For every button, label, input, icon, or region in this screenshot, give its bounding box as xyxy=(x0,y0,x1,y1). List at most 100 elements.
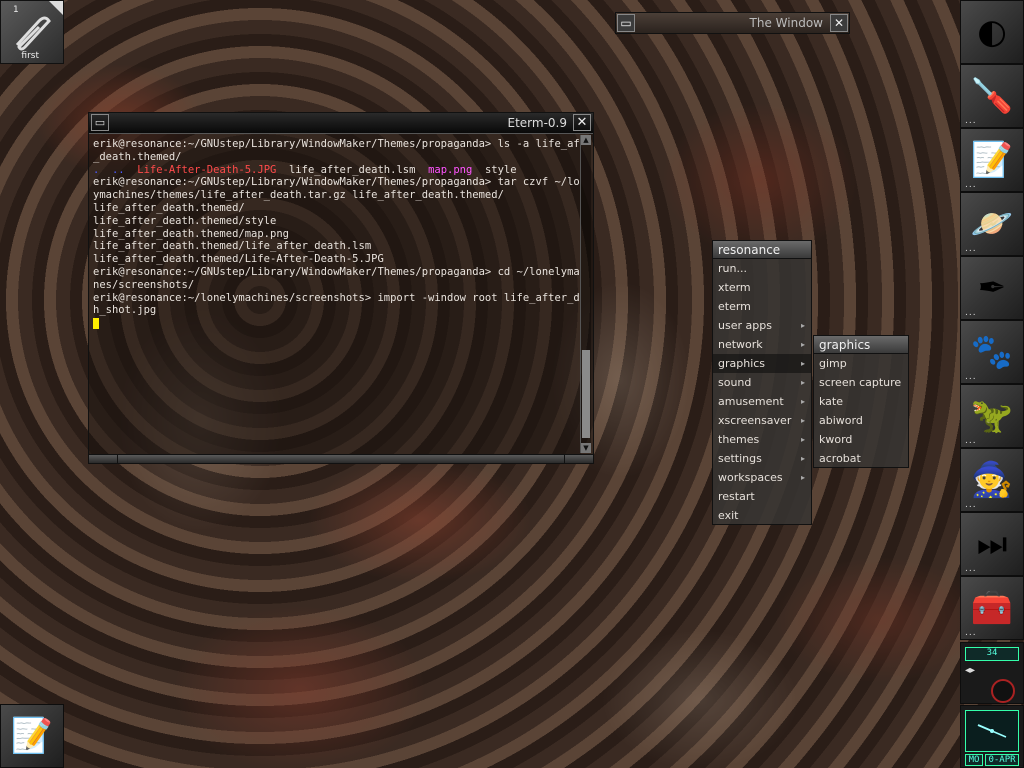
submenu-arrow-icon: ▸ xyxy=(800,435,805,444)
graphics-item-kate[interactable]: kate xyxy=(813,392,909,411)
menu-item-xterm[interactable]: xterm xyxy=(712,278,812,297)
terminal-text: _death.themed/ xyxy=(93,150,182,163)
dock-tile-dots: ... xyxy=(965,308,977,318)
eterm-scrollbar[interactable]: ▲ ▼ xyxy=(580,135,591,453)
eterm-miniaturize-button[interactable]: ▭ xyxy=(91,114,109,131)
graphics-item-abiword[interactable]: abiword xyxy=(813,411,909,430)
arrows-icon[interactable]: ◂▸ xyxy=(965,665,975,676)
terminal-line: nes/screenshots/ xyxy=(93,279,579,292)
submenu-arrow-icon: ▸ xyxy=(800,416,805,425)
dock-tile-dots: ... xyxy=(965,180,977,190)
terminal-text: life_after_death.lsm xyxy=(276,163,429,176)
terminal-line: life_after_death.themed/Life-After-Death… xyxy=(93,253,579,266)
menu-item-network[interactable]: network ▸ xyxy=(712,335,812,354)
clip-corner-arrow[interactable] xyxy=(49,1,63,15)
graphics-submenu[interactable]: graphics gimp screen capture kate abiword kw… xyxy=(813,335,909,468)
menu-item-run[interactable]: run... xyxy=(712,259,812,278)
terminal-line: ymachines/themes/life_after_death.tar.gz… xyxy=(93,189,579,202)
graphics-item-kword[interactable]: kword xyxy=(813,430,909,449)
dock-tile-gnustep-logo[interactable]: ◐ xyxy=(960,0,1024,64)
terminal-text: life_after_death.themed/Life-After-Death… xyxy=(93,253,384,266)
scrollbar-thumb[interactable] xyxy=(582,350,590,438)
dock-tile-media-skip[interactable]: ⏭... xyxy=(960,512,1024,576)
miniwindow-the-window[interactable]: ▭ The Window ✕ xyxy=(615,12,850,34)
menu-item-themes[interactable]: themes ▸ xyxy=(712,430,812,449)
terminal-text: erik@resonance:~/GNUstep/Library/WindowM… xyxy=(93,138,579,150)
window-resize-bar[interactable] xyxy=(89,454,593,463)
terminal-text: map.png xyxy=(428,163,473,176)
editor-tools-icon: 📝 xyxy=(10,716,54,756)
menu-item-label: run... xyxy=(718,262,747,275)
eterm-close-button[interactable]: ✕ xyxy=(573,114,591,131)
scroll-down-arrow[interactable]: ▼ xyxy=(581,443,591,453)
dock-tile-editor-tools[interactable]: 📝... xyxy=(960,128,1024,192)
dock-tile-gimp[interactable]: 🐾... xyxy=(960,320,1024,384)
clock-date: 0-APR xyxy=(985,754,1019,766)
terminal-line: life_after_death.themed/ xyxy=(93,202,579,215)
dock-tile-wizard-hat[interactable]: 🧙... xyxy=(960,448,1024,512)
gimp-icon: 🐾 xyxy=(970,332,1014,372)
dock-tile-drawing-pen[interactable]: ✒... xyxy=(960,256,1024,320)
graphics-item-gimp[interactable]: gimp xyxy=(813,354,909,373)
dock-tile-dots: ... xyxy=(965,500,977,510)
miniwindow-title[interactable]: The Window xyxy=(638,13,827,33)
terminal-text: erik@resonance:~/lonelymachines/screensh… xyxy=(93,291,579,304)
menu-item-xscreensaver[interactable]: xscreensaver ▸ xyxy=(712,411,812,430)
menu-item-label: themes xyxy=(718,433,760,446)
terminal-text: life_after_death.themed/map.png xyxy=(93,227,289,240)
dock-tile-dots: ... xyxy=(965,628,977,638)
menu-item-settings[interactable]: settings ▸ xyxy=(712,449,812,468)
clock-day-text: MO xyxy=(968,755,980,765)
root-menu[interactable]: resonance run... xterm eterm user apps ▸ netw… xyxy=(712,240,812,525)
menu-item-label: workspaces xyxy=(718,471,783,484)
dock-tile-planets[interactable]: 🪐... xyxy=(960,192,1024,256)
menu-item-amusement[interactable]: amusement ▸ xyxy=(712,392,812,411)
dock-tile-screwdriver-preferences[interactable]: 🪛... xyxy=(960,64,1024,128)
menu-item-graphics[interactable]: graphics ▸ xyxy=(712,354,812,373)
menu-item-sound[interactable]: sound ▸ xyxy=(712,373,812,392)
graphics-item-screen-capture[interactable]: screen capture xyxy=(813,373,909,392)
scroll-up-arrow[interactable]: ▲ xyxy=(581,135,591,145)
eterm-titlebar[interactable]: ▭ Eterm-0.9 ✕ xyxy=(89,113,593,134)
knob-icon[interactable] xyxy=(991,679,1015,703)
screwdriver-preferences-icon: 🪛 xyxy=(970,76,1014,116)
terminal-text: erik@resonance:~/GNUstep/Library/WindowM… xyxy=(93,265,579,278)
dock-tile-toolbox[interactable]: 🧰... xyxy=(960,576,1024,640)
miniwindow-close-button[interactable]: ✕ xyxy=(830,14,848,32)
system-monitor-dockapp[interactable]: 34 ◂▸ xyxy=(960,642,1024,704)
menu-item-restart[interactable]: restart xyxy=(712,487,812,506)
dock-tile-dots: ... xyxy=(965,372,977,382)
menu-item-eterm[interactable]: eterm xyxy=(712,297,812,316)
wizard-hat-icon: 🧙 xyxy=(970,460,1014,500)
clock-day: MO xyxy=(965,754,983,766)
terminal-text: . .. xyxy=(93,163,138,176)
miniwindow-menu-button[interactable]: ▭ xyxy=(617,14,635,32)
drawing-pen-icon: ✒ xyxy=(977,268,1007,308)
workspace-clip[interactable]: 1 first xyxy=(0,0,64,64)
terminal-cursor xyxy=(93,317,99,329)
clock-face-icon xyxy=(977,724,1007,738)
menu-item-label: eterm xyxy=(718,300,751,313)
editor-appicon[interactable]: 📝 xyxy=(0,704,64,768)
submenu-arrow-icon: ▸ xyxy=(800,378,805,387)
media-skip-icon: ⏭ xyxy=(976,524,1008,564)
dock-tile-dots: ... xyxy=(965,244,977,254)
dock-tile-dots: ... xyxy=(965,436,977,446)
menu-item-workspaces[interactable]: workspaces ▸ xyxy=(712,468,812,487)
eterm-window[interactable]: ▭ Eterm-0.9 ✕ erik@resonance:~/GNUstep/L… xyxy=(88,112,594,464)
terminal-line: h_shot.jpg xyxy=(93,304,579,317)
terminal-output[interactable]: erik@resonance:~/GNUstep/Library/WindowM… xyxy=(93,138,579,450)
menu-item-user-apps[interactable]: user apps ▸ xyxy=(712,316,812,335)
terminal-text: life_after_death.themed/ xyxy=(93,201,245,214)
graphics-menu-title[interactable]: graphics xyxy=(813,335,909,354)
planets-icon: 🪐 xyxy=(970,204,1014,244)
terminal-line: erik@resonance:~/lonelymachines/screensh… xyxy=(93,292,579,305)
root-menu-title[interactable]: resonance xyxy=(712,240,812,259)
menu-item-exit[interactable]: exit xyxy=(712,506,812,525)
terminal-line: life_after_death.themed/life_after_death… xyxy=(93,240,579,253)
clock-dockapp[interactable]: MO 0-APR xyxy=(960,705,1024,768)
dock-tile-mozilla[interactable]: 🦖... xyxy=(960,384,1024,448)
terminal-line: life_after_death.themed/style xyxy=(93,215,579,228)
graphics-item-acrobat[interactable]: acrobat xyxy=(813,449,909,468)
terminal-cursor-line xyxy=(93,317,579,330)
